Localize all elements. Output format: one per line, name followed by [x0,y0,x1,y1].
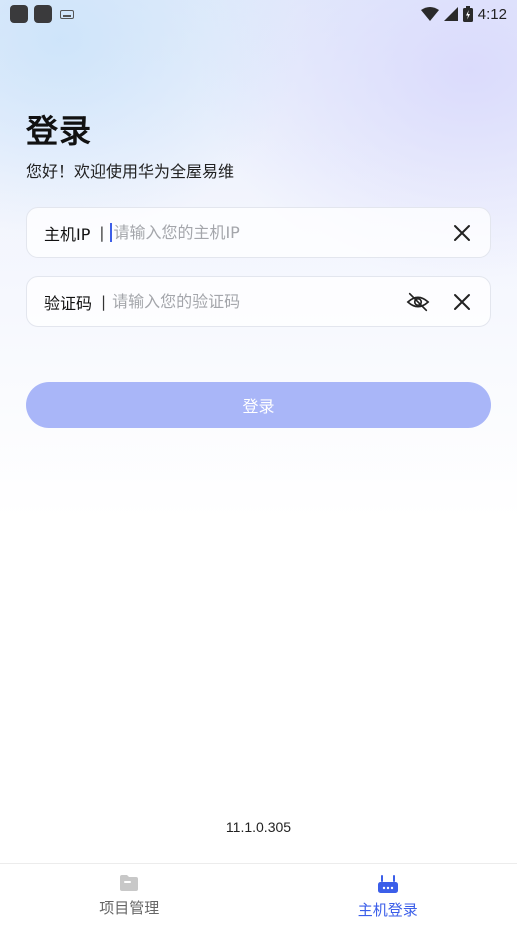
field-separator: | [101,292,107,311]
login-button[interactable]: 登录 [26,382,491,428]
battery-icon [462,6,473,22]
host-ip-input[interactable] [110,223,450,242]
bottom-tab-bar: 项目管理 主机登录 [0,863,517,925]
login-header: 登录 您好！欢迎使用华为全屋易维 [26,106,234,182]
status-bar: 4:12 [0,0,517,28]
verification-code-actions [406,290,474,314]
host-ip-actions [450,221,474,245]
folder-icon [120,875,139,891]
field-separator: | [99,223,105,242]
background-gradient [0,0,517,520]
status-notifications [10,5,74,23]
status-system: 4:12 [420,5,507,23]
keyboard-icon [60,9,74,19]
tab-host-login[interactable]: 主机登录 [259,864,517,925]
close-icon [454,293,470,310]
tab-project-management[interactable]: 项目管理 [0,864,259,925]
clear-verification-code-button[interactable] [450,290,474,314]
host-ip-label: 主机IP [44,224,91,244]
version-label: 11.1.0.305 [225,819,292,835]
toggle-visibility-button[interactable] [406,290,430,314]
clear-host-ip-button[interactable] [450,221,474,245]
eye-off-icon [406,292,430,311]
wifi-icon [420,7,439,21]
notification-app-icon [10,5,28,23]
tab-label: 项目管理 [99,899,160,917]
tab-label: 主机登录 [357,901,418,919]
router-icon [377,875,398,893]
host-ip-field[interactable]: 主机IP | [26,207,491,258]
verification-code-label: 验证码 [44,293,93,313]
status-time: 4:12 [477,5,507,23]
verification-code-input[interactable] [112,292,406,311]
close-icon [454,224,470,241]
notification-app-icon [34,5,52,23]
verification-code-field[interactable]: 验证码 | [26,276,491,327]
page-title: 登录 [26,112,93,150]
page-subtitle: 您好！欢迎使用华为全屋易维 [26,162,235,181]
cellular-signal-icon [443,7,458,21]
